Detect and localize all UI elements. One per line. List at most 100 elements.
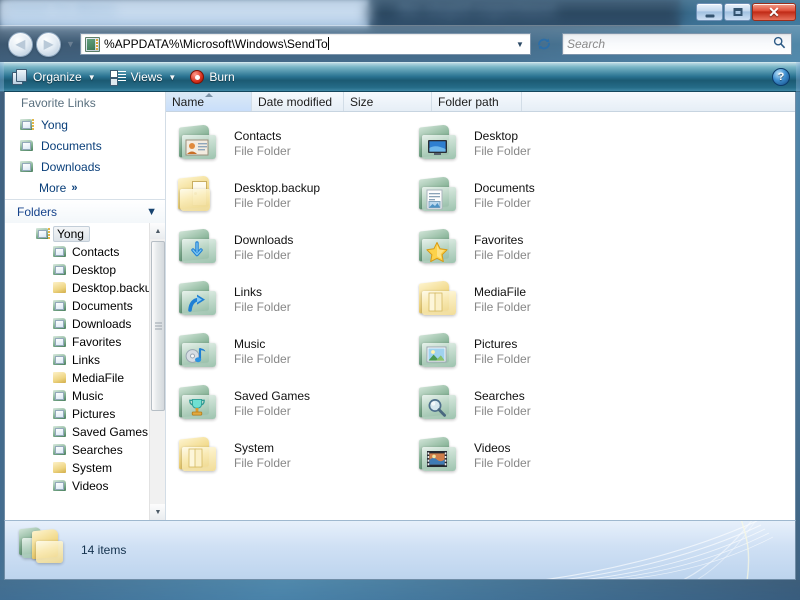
open-plain-folder-icon (176, 174, 222, 218)
file-list-pane: Name Date modified Size Folder path Contact… (166, 92, 795, 520)
column-header-folder-path[interactable]: Folder path (432, 92, 522, 111)
more-links-button[interactable]: More » (5, 177, 165, 199)
back-arrow-icon: ◀ (15, 37, 26, 51)
scroll-up-button[interactable]: ▲ (150, 223, 165, 239)
maximize-button[interactable] (724, 3, 751, 21)
tree-item-links[interactable]: Links (5, 351, 149, 369)
more-label: More (39, 181, 67, 195)
tree-item-searches[interactable]: Searches (5, 441, 149, 459)
explorer-body: Favorite Links Yong Documents Downloads (4, 92, 796, 520)
scroll-down-button[interactable]: ▼ (150, 504, 165, 520)
minimize-icon (705, 14, 714, 18)
refresh-icon (538, 38, 550, 50)
file-type: File Folder (234, 404, 291, 418)
plain-folder-icon (176, 434, 222, 478)
multi-folder-icon (19, 526, 71, 574)
forward-arrow-icon: ▶ (43, 37, 54, 51)
file-name: Videos (474, 441, 511, 455)
navigation-pane: Favorite Links Yong Documents Downloads (5, 92, 166, 520)
burn-button[interactable]: Burn (184, 66, 240, 88)
views-lines (117, 71, 126, 83)
favorites-folder-icon (416, 226, 462, 270)
tree-item-videos[interactable]: Videos (5, 477, 149, 495)
file-tile[interactable]: Videos File Folder (412, 430, 652, 482)
tree-item-mediafile[interactable]: MediaFile (5, 369, 149, 387)
file-tile[interactable]: Saved Games File Folder (172, 378, 412, 430)
tree-item-desktop-backu[interactable]: Desktop.backu (5, 279, 149, 297)
tree-item-desktop[interactable]: Desktop (5, 261, 149, 279)
chevron-down-icon: ▼ (146, 205, 157, 218)
favorite-link-downloads[interactable]: Downloads (5, 156, 165, 177)
videos-folder-icon (416, 434, 462, 478)
tree-item-downloads[interactable]: Downloads (5, 315, 149, 333)
file-tile[interactable]: Searches File Folder (412, 378, 652, 430)
tree-item-label: Documents (72, 299, 133, 313)
views-button[interactable]: Views ▼ (104, 66, 183, 88)
tree-item-favorites[interactable]: Favorites (5, 333, 149, 351)
file-tile[interactable]: Desktop File Folder (412, 118, 652, 170)
downloads-folder-icon (176, 226, 222, 270)
burn-icon (190, 70, 205, 84)
file-tile[interactable]: Desktop.backup File Folder (172, 170, 412, 222)
file-tile[interactable]: Music File Folder (172, 326, 412, 378)
favorites-folder-icon (416, 226, 462, 270)
folders-section-header[interactable]: Folders ▼ (5, 199, 165, 223)
file-tile[interactable]: Favorites File Folder (412, 222, 652, 274)
file-tile[interactable]: Pictures File Folder (412, 326, 652, 378)
window-border-left (0, 62, 4, 580)
search-input[interactable]: Search (562, 33, 792, 55)
tree-item-saved-games[interactable]: Saved Games (5, 423, 149, 441)
address-input[interactable]: %APPDATA%\Microsoft\Windows\SendTo ▼ (80, 33, 531, 55)
tree-item-yong[interactable]: Yong (5, 225, 149, 243)
scrollbar-thumb[interactable] (151, 241, 165, 411)
file-tile[interactable]: Documents File Folder (412, 170, 652, 222)
views-icon (109, 69, 126, 86)
folder-tree-scrollbar[interactable]: ▲ ▼ (149, 223, 165, 520)
command-toolbar: Organize ▼ Views ▼ Burn ? (0, 62, 800, 92)
tree-item-label: Music (72, 389, 104, 403)
address-bar: ◀ ▶ ▼ %APPDATA%\Microsoft\Windows\SendTo… (0, 26, 800, 62)
favorite-link-yong[interactable]: Yong (5, 114, 165, 135)
tree-item-system[interactable]: System (5, 459, 149, 477)
favorite-link-documents[interactable]: Documents (5, 135, 165, 156)
column-header-name[interactable]: Name (166, 92, 252, 111)
file-tile[interactable]: MediaFile File Folder (412, 274, 652, 326)
file-tile[interactable]: System File Folder (172, 430, 412, 482)
column-headers: Name Date modified Size Folder path (166, 92, 795, 112)
tree-item-documents[interactable]: Documents (5, 297, 149, 315)
forward-button[interactable]: ▶ (36, 31, 61, 57)
contacts-folder-icon (52, 244, 68, 260)
column-header-date-modified[interactable]: Date modified (252, 92, 344, 111)
item-count-label: 14 items (81, 543, 127, 557)
file-tile[interactable]: Downloads File Folder (172, 222, 412, 274)
tree-item-contacts[interactable]: Contacts (5, 243, 149, 261)
title-bar[interactable]: ✕ (0, 0, 800, 26)
file-name: System (234, 441, 275, 455)
minimize-button[interactable] (696, 3, 723, 21)
tree-item-music[interactable]: Music (5, 387, 149, 405)
column-header-label: Name (172, 94, 205, 109)
file-type: File Folder (234, 456, 291, 470)
back-button[interactable]: ◀ (8, 31, 33, 57)
double-chevron-icon: » (71, 182, 78, 194)
tree-item-pictures[interactable]: Pictures (5, 405, 149, 423)
file-tile[interactable]: Links File Folder (172, 274, 412, 326)
address-dropdown-button[interactable]: ▼ (512, 40, 528, 49)
file-tile-text: MediaFile File Folder (470, 284, 535, 316)
refresh-button[interactable] (533, 33, 555, 55)
organize-button[interactable]: Organize ▼ (6, 66, 102, 88)
contacts-folder-icon (176, 122, 222, 166)
recent-pages-button[interactable]: ▼ (64, 39, 77, 49)
help-button[interactable]: ? (772, 68, 790, 86)
column-header-filler (522, 92, 795, 111)
file-tile[interactable]: Contacts File Folder (172, 118, 412, 170)
text-caret (327, 37, 329, 50)
organize-label: Organize (33, 70, 82, 84)
close-button[interactable]: ✕ (752, 3, 796, 21)
file-tiles: Contacts File Folder Desktop File Folder Des… (166, 112, 795, 520)
favorites-folder-icon (52, 334, 68, 350)
column-header-size[interactable]: Size (344, 92, 432, 111)
file-type: File Folder (234, 248, 291, 262)
file-tile-text: Pictures File Folder (470, 336, 535, 368)
favorite-link-label: Documents (41, 138, 102, 153)
